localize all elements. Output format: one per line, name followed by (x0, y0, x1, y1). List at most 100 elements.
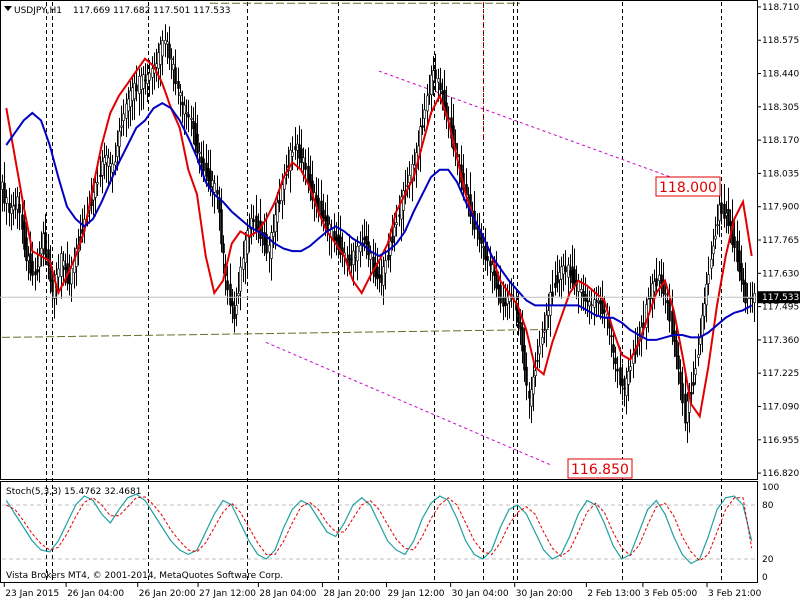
bar-body-109 (237, 293, 240, 296)
bar-body-48 (105, 154, 108, 163)
time-tick-label: 29 Jan 12:00 (388, 589, 445, 599)
bar-body-75 (164, 40, 167, 45)
bar-body-127 (276, 202, 279, 223)
bar-body-140 (304, 162, 307, 170)
bar-body-195 (423, 109, 426, 119)
bar-body-321 (697, 354, 700, 358)
bar-body-201 (437, 78, 440, 83)
bar-body-343 (744, 282, 747, 304)
bar-body-94 (205, 162, 208, 177)
bar-body-72 (157, 52, 160, 69)
bar-body-20 (44, 232, 47, 255)
bar-body-79 (172, 64, 175, 71)
bar-body-16 (36, 269, 39, 273)
bar-body-32 (70, 267, 73, 285)
bar-body-347 (753, 293, 756, 303)
price-tick-label: 117.225 (762, 369, 799, 379)
bar-body-248 (538, 345, 541, 355)
bar-body-272 (590, 304, 593, 306)
price-tick-label: 117.090 (762, 402, 799, 412)
bar-body-188 (408, 174, 411, 183)
bar-body-57 (125, 103, 128, 119)
bar-body-64 (140, 75, 143, 90)
bar-body-341 (740, 263, 743, 281)
price-tick-label: 116.955 (762, 436, 799, 446)
price-tick-label: 117.765 (762, 236, 799, 246)
bar-body-164 (356, 246, 359, 262)
bar-body-302 (655, 278, 658, 287)
bar-body-54 (118, 131, 121, 147)
bar-body-200 (434, 69, 437, 79)
stoch-tick-20: 20 (762, 555, 774, 565)
bar-body-60 (131, 87, 134, 101)
bar-body-180 (391, 236, 394, 243)
bar-body-43 (94, 182, 97, 198)
time-axis: 23 Jan 2015 26 Jan 04:00 26 Jan 20:00 27 Ja… (3, 583, 762, 599)
bar-body-3 (8, 203, 11, 213)
bar-body-26 (57, 268, 60, 278)
chart-header: USDJPY,H1 117.669 117.682 117.501 117.53… (4, 6, 230, 16)
bar-body-308 (668, 301, 671, 322)
bar-body-328 (712, 245, 715, 255)
bar-body-67 (146, 74, 149, 84)
price-tick-label: 117.360 (762, 336, 799, 346)
stoch-tick-100: 100 (762, 483, 779, 493)
bar-body-69 (151, 68, 154, 78)
bar-body-260 (564, 266, 567, 273)
bar-body-241 (523, 345, 526, 371)
bar-body-323 (701, 315, 704, 336)
time-tick-label: 2 Feb 13:00 (587, 589, 641, 599)
bar-body-101 (220, 209, 223, 245)
low-price-label: 116.850 (571, 462, 629, 478)
price-panel (0, 0, 758, 480)
bar-body-306 (664, 293, 667, 296)
bar-body-320 (694, 368, 697, 375)
bar-body-224 (486, 256, 489, 261)
bar-body-326 (707, 274, 710, 284)
bar-body-84 (183, 104, 186, 115)
bar-body-47 (103, 157, 106, 165)
bar-body-134 (291, 151, 294, 157)
bar-body-332 (720, 202, 723, 215)
bar-body-58 (127, 98, 130, 112)
price-tick-label: 117.900 (762, 203, 799, 213)
bar-body-177 (384, 260, 387, 274)
bar-body-247 (536, 360, 539, 362)
bar-body-91 (198, 151, 201, 154)
bar-body-128 (278, 199, 281, 205)
price-tick-label: 118.710 (762, 3, 799, 13)
bar-body-59 (129, 90, 132, 107)
bar-body-87 (190, 117, 193, 120)
bar-body-44 (96, 182, 99, 185)
bar-body-85 (185, 112, 188, 114)
bar-body-338 (733, 236, 736, 248)
bar-body-50 (109, 163, 112, 167)
bar-body-117 (255, 215, 258, 232)
bar-body-88 (192, 120, 195, 130)
bar-body-49 (107, 157, 110, 167)
bar-body-86 (187, 114, 190, 118)
bar-body-99 (216, 189, 219, 195)
bar-body-318 (690, 392, 693, 395)
bar-body-65 (142, 74, 145, 89)
price-tick-label: 117.495 (762, 303, 799, 313)
time-tick-label: 28 Jan 20:00 (323, 589, 380, 599)
bar-body-2 (5, 197, 8, 204)
bar-body-105 (229, 283, 232, 306)
bar-body-255 (554, 282, 557, 288)
bar-body-273 (593, 299, 596, 308)
bar-body-45 (99, 174, 102, 177)
bar-body-73 (159, 44, 162, 65)
stoch-tick-0: 0 (762, 573, 768, 583)
bar-body-251 (545, 314, 548, 330)
bar-body-139 (302, 157, 305, 163)
low-annotation: 116.850 (567, 458, 633, 479)
bar-body-74 (161, 40, 164, 57)
price-axis: 118.710 118.575 118.440 118.305 118.170 118.0… (757, 3, 799, 479)
bar-body-53 (116, 145, 119, 157)
bar-body-18 (40, 247, 43, 255)
price-tick-label: 117.630 (762, 269, 799, 279)
bar-body-245 (532, 376, 535, 395)
bar-body-112 (244, 239, 247, 264)
bar-body-28 (62, 260, 65, 267)
